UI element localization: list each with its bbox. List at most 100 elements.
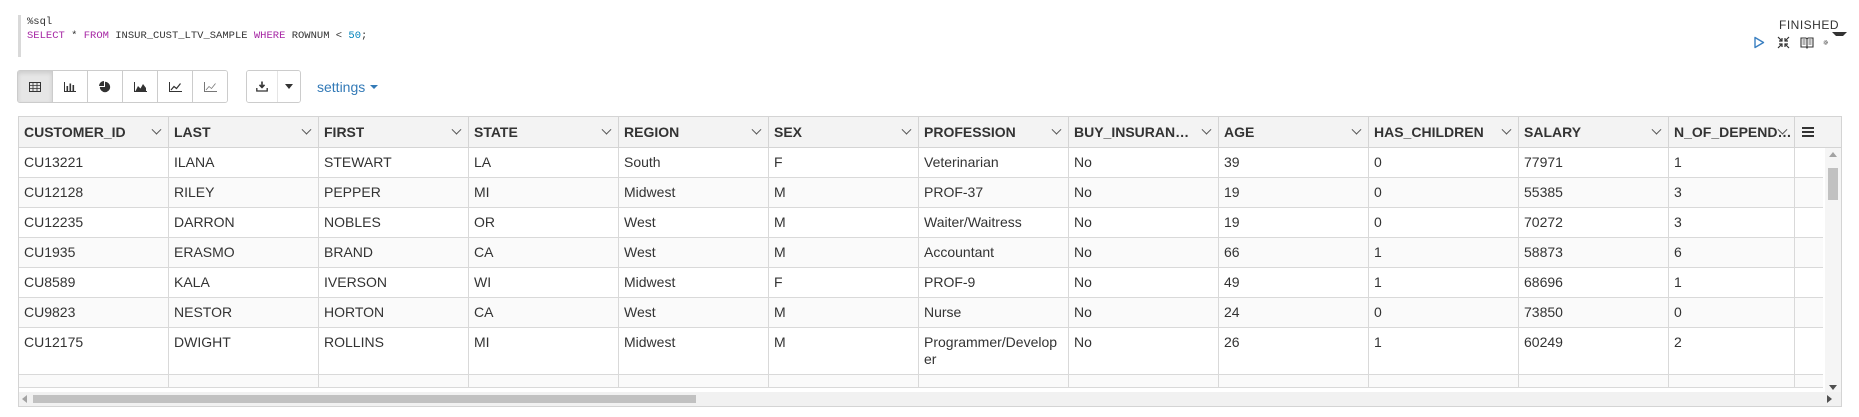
table-row[interactable]: CU8589 KALA IVERSON WI Midwest F PROF-9 No 49 1 68… [19,268,1823,298]
table-cell: No [1069,148,1219,177]
column-header[interactable]: LAST [169,117,319,147]
column-menu-chevron-icon[interactable] [1501,124,1512,135]
table-cell: Accountant [919,238,1069,267]
run-icon[interactable] [1751,34,1767,50]
table-row[interactable]: CU12128 RILEY PEPPER MI Midwest M PROF-37 No 19 0… [19,178,1823,208]
table-cell: OR [469,208,619,237]
grid-menu-button[interactable] [1795,117,1821,147]
table-cell: CA [469,238,619,267]
table-row[interactable]: CU9823 NESTOR HORTON CA West M Nurse No 24 0 73850… [19,298,1823,328]
horizontal-scroll-thumb[interactable] [33,395,696,403]
download-options-button[interactable] [277,71,300,102]
table-cell: CU13221 [19,148,169,177]
table-cell: 0 [1369,178,1519,207]
column-header[interactable]: REGION [619,117,769,147]
line-chart-icon [168,81,182,92]
column-menu-chevron-icon[interactable] [1651,124,1662,135]
column-header[interactable]: BUY_INSURANCE [1069,117,1219,147]
pie-chart-button[interactable] [88,71,123,102]
column-menu-chevron-icon[interactable] [601,124,612,135]
column-menu-chevron-icon[interactable] [451,124,462,135]
table-cell [1369,375,1519,387]
column-menu-chevron-icon[interactable] [1051,124,1062,135]
area-chart-icon [133,81,147,92]
scroll-left-icon[interactable] [22,395,27,403]
table-cell: 39 [1219,148,1369,177]
table-header: CUSTOMER_ID LAST FIRST STATE REGION SEX PROFES… [19,117,1841,148]
column-header[interactable]: STATE [469,117,619,147]
column-header[interactable]: SEX [769,117,919,147]
chevron-down-icon [285,84,293,89]
scroll-right-icon[interactable] [1827,395,1832,403]
horizontal-scrollbar[interactable] [19,392,1841,406]
table-cell: 3 [1669,208,1795,237]
table-cell [169,375,319,387]
column-header[interactable]: SALARY [1519,117,1669,147]
scroll-up-icon[interactable] [1829,152,1837,157]
table-cell: Midwest [619,178,769,207]
column-menu-chevron-icon[interactable] [151,124,162,135]
table-cell: WI [469,268,619,297]
area-chart-button[interactable] [123,71,158,102]
table-cell: ROLLINS [319,328,469,374]
table-cell: CU1935 [19,238,169,267]
scroll-down-icon[interactable] [1829,385,1837,390]
collapse-icon[interactable] [1775,34,1791,50]
vertical-scrollbar[interactable] [1825,148,1841,392]
column-header-label: AGE [1224,124,1255,140]
column-menu-chevron-icon[interactable] [1351,124,1362,135]
column-header-label: STATE [474,124,518,140]
table-cell: 58873 [1519,238,1669,267]
table-cell: 73850 [1519,298,1669,327]
table-cell: Programmer/Developer [919,328,1069,374]
table-cell [1669,375,1795,387]
table-row[interactable]: CU13221 ILANA STEWART LA South F Veterinarian N… [19,148,1823,178]
settings-caret-icon [370,84,379,89]
table-cell: 1 [1369,238,1519,267]
table-cell: No [1069,298,1219,327]
column-menu-chevron-icon[interactable] [751,124,762,135]
table-cell [919,375,1069,387]
table-view-button[interactable] [18,71,53,102]
table-cell: No [1069,328,1219,374]
gear-icon[interactable] [1823,32,1847,50]
table-row[interactable] [19,375,1823,388]
table-cell: STEWART [319,148,469,177]
column-header[interactable]: AGE [1219,117,1369,147]
table-row[interactable]: CU1935 ERASMO BRAND CA West M Accountant No 66 1 5… [19,238,1823,268]
column-header[interactable]: FIRST [319,117,469,147]
column-header[interactable]: CUSTOMER_ID [19,117,169,147]
table-cell: 49 [1219,268,1369,297]
table-cell: 70272 [1519,208,1669,237]
sql-table-name: INSUR_CUST_LTV_SAMPLE [108,30,254,42]
table-cell: M [769,238,919,267]
line-chart-button[interactable] [158,71,193,102]
table-cell: West [619,298,769,327]
vertical-scroll-thumb[interactable] [1828,168,1838,200]
sql-star: * [64,30,84,42]
table-cell: M [769,328,919,374]
column-header[interactable]: N_OF_DEPENDENTS [1669,117,1795,147]
table-cell: 2 [1669,328,1795,374]
table-cell: CU9823 [19,298,169,327]
table-row[interactable]: CU12175 DWIGHT ROLLINS MI Midwest M Programmer… [19,328,1823,375]
table-row[interactable]: CU12235 DARRON NOBLES OR West M Waiter/Waitres… [19,208,1823,238]
settings-dropdown[interactable]: settings [317,79,379,95]
table-cell: CU8589 [19,268,169,297]
sql-editor[interactable]: %sql SELECT * FROM INSUR_CUST_LTV_SAMPLE… [18,15,1027,57]
download-button[interactable] [247,71,277,102]
table-cell: KALA [169,268,319,297]
column-menu-chevron-icon[interactable] [901,124,912,135]
column-menu-chevron-icon[interactable] [1201,124,1212,135]
table-cell: F [769,268,919,297]
table-cell: 77971 [1519,148,1669,177]
column-header[interactable]: HAS_CHILDREN [1369,117,1519,147]
column-header-label: BUY_INSURANCE [1074,124,1192,140]
download-button-group [246,70,301,103]
book-icon[interactable] [1799,34,1815,50]
column-menu-chevron-icon[interactable] [301,124,312,135]
scatter-chart-button[interactable] [193,71,227,102]
table-cell: No [1069,268,1219,297]
bar-chart-button[interactable] [53,71,88,102]
column-header[interactable]: PROFESSION [919,117,1069,147]
